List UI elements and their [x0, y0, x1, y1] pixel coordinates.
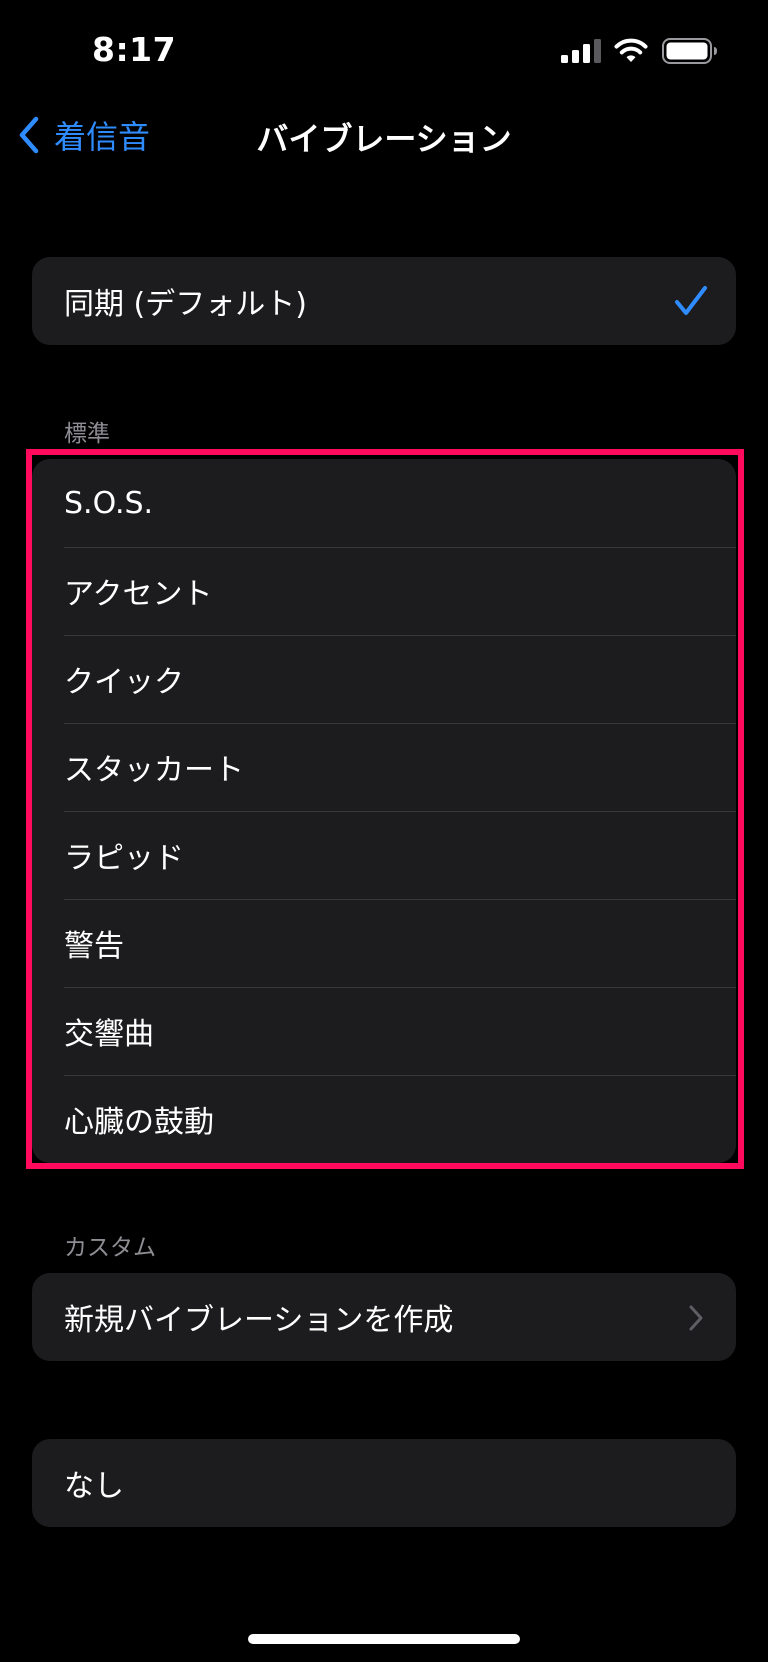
list-item-label: なし: [64, 1469, 124, 1504]
home-indicator[interactable]: [248, 1634, 520, 1644]
vibration-option-staccato[interactable]: スタッカート: [32, 723, 736, 811]
vibration-option-alert[interactable]: 警告: [32, 899, 736, 987]
no-vibration-group: なし: [32, 1439, 736, 1527]
section-header-standard: 標準: [64, 421, 110, 447]
list-item-label: 交響曲: [64, 1017, 154, 1052]
create-new-vibration-button[interactable]: 新規バイブレーションを作成: [32, 1273, 736, 1361]
list-item-label: S.O.S.: [64, 485, 154, 521]
list-item-label: アクセント: [64, 577, 213, 612]
custom-vibrations-group: 新規バイブレーションを作成: [32, 1273, 736, 1361]
page-title: バイブレーション: [256, 120, 512, 158]
vibration-option-accent[interactable]: アクセント: [32, 547, 736, 635]
cellular-signal-icon: [561, 39, 601, 63]
battery-icon: [662, 38, 717, 64]
default-vibration-group: 同期 (デフォルト): [32, 257, 736, 345]
list-item-label: 警告: [64, 929, 124, 964]
vibration-option-quick[interactable]: クイック: [32, 635, 736, 723]
section-header-custom: カスタム: [64, 1235, 156, 1261]
vibration-option-sync-default[interactable]: 同期 (デフォルト): [32, 257, 736, 345]
vibration-option-sos[interactable]: S.O.S.: [32, 459, 736, 547]
vibration-option-symphony[interactable]: 交響曲: [32, 987, 736, 1075]
status-bar: 8:17: [0, 0, 768, 100]
standard-vibrations-group: S.O.S. アクセント クイック スタッカート ラピッド 警告 交響曲 心臓の…: [32, 459, 736, 1163]
vibration-option-none[interactable]: なし: [32, 1439, 736, 1527]
chevron-right-icon: [689, 1305, 703, 1331]
vibration-option-rapid[interactable]: ラピッド: [32, 811, 736, 899]
list-item-label: 新規バイブレーションを作成: [64, 1303, 454, 1338]
vibration-option-heartbeat[interactable]: 心臓の鼓動: [32, 1075, 736, 1163]
wifi-icon: [614, 38, 648, 62]
list-item-label: 心臓の鼓動: [64, 1105, 214, 1140]
list-item-label: スタッカート: [64, 753, 244, 788]
list-item-label: 同期 (デフォルト): [64, 287, 307, 322]
list-item-label: ラピッド: [64, 841, 184, 876]
status-time: 8:17: [92, 30, 177, 69]
list-item-label: クイック: [64, 665, 184, 700]
checkmark-icon: [675, 286, 707, 315]
